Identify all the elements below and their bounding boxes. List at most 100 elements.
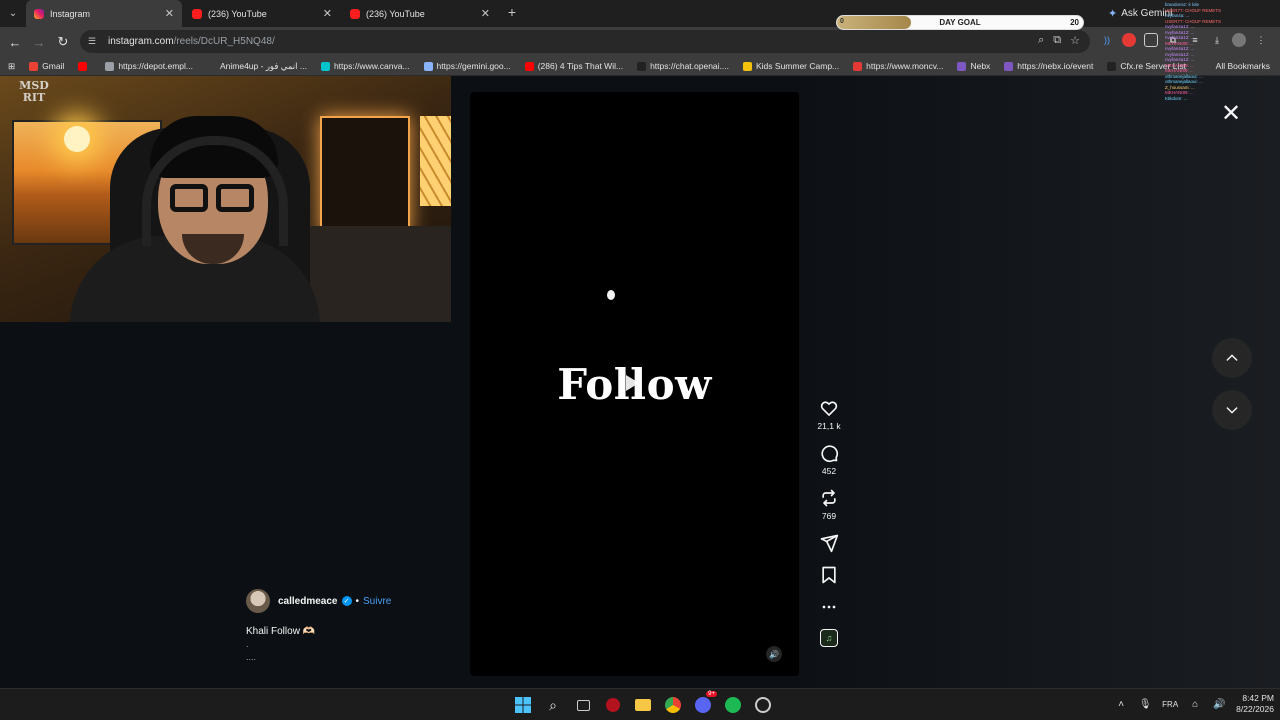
streamer-webcam-overlay: MSD RIT: [0, 76, 451, 322]
clock[interactable]: 8:42 PM 8/22/2026: [1236, 693, 1274, 715]
chrome-icon[interactable]: [662, 694, 684, 716]
browser-toolbar: ← → ↻ ☰ instagram.com /reels/DcUR_H5NQ48…: [0, 27, 1280, 57]
network-icon[interactable]: ⌂: [1188, 699, 1202, 710]
volume-icon[interactable]: 🔊: [1212, 699, 1226, 710]
close-icon[interactable]: ✕: [165, 7, 174, 20]
discord-icon[interactable]: 9+: [692, 691, 717, 716]
stream-chat-overlay: brandonsz: k lole USER77: CHOUF REMETS nvy…: [1165, 2, 1247, 132]
zoom-icon[interactable]: ⌕: [1038, 34, 1044, 47]
file-explorer-icon[interactable]: [632, 694, 654, 716]
bookmark-star-icon[interactable]: ☆: [1070, 34, 1080, 47]
bookmark-item[interactable]: Anime4up - انمي فور ...: [206, 60, 307, 72]
bookmark-favicon-icon: [78, 61, 88, 71]
play-icon[interactable]: [626, 375, 639, 391]
bookmark-item[interactable]: https://nebx.io/event: [1004, 61, 1093, 71]
send-icon: [820, 534, 839, 553]
video-light-spot: [607, 290, 615, 300]
webcam-shelf: [320, 116, 410, 236]
bookmark-item[interactable]: https://chat.openai....: [637, 61, 729, 71]
day-goal-widget: 0 DAY GOAL 20: [836, 15, 1084, 30]
username-link[interactable]: calledmeace: [278, 596, 338, 607]
ask-gemini-button[interactable]: ✦ Ask Gemini: [1108, 7, 1172, 20]
audio-toggle-button[interactable]: 🔊: [766, 646, 782, 662]
caption-more[interactable]: ....: [246, 651, 315, 664]
clock-time: 8:42 PM: [1242, 693, 1274, 703]
bookmark-label: https://www.canva...: [333, 61, 410, 71]
site-info-icon[interactable]: ☰: [88, 36, 102, 47]
bookmark-item[interactable]: https://gemini.goo...: [423, 61, 511, 71]
more-dots-icon: [822, 605, 836, 609]
reel-video[interactable]: Follow 🔊: [470, 92, 799, 676]
more-options-button[interactable]: [810, 597, 848, 617]
bookmark-label: Nebx: [970, 61, 991, 71]
reel-actions: 21,1 k 452 769 ♫: [810, 398, 848, 647]
youtube-icon: [350, 8, 360, 19]
reload-button[interactable]: ↻: [54, 33, 72, 51]
like-button[interactable]: 21,1 k: [810, 398, 848, 431]
bookmark-favicon-icon: [1004, 61, 1014, 71]
save-button[interactable]: [810, 565, 848, 585]
bookmark-label: Anime4up - انمي فور ...: [219, 60, 307, 71]
bookmark-favicon-icon: [957, 61, 967, 71]
bookmark-item[interactable]: (286) 4 Tips That Wil...: [524, 61, 623, 71]
address-bar[interactable]: ☰ instagram.com /reels/DcUR_H5NQ48/ ⌕ ⧉ …: [80, 30, 1090, 53]
tab-instagram[interactable]: Instagram ✕: [26, 0, 182, 27]
language-indicator[interactable]: FRA: [1162, 700, 1178, 709]
search-icon[interactable]: ⌕: [542, 694, 564, 716]
bookmark-item[interactable]: https://www.moncv...: [853, 61, 943, 71]
chat-line: Ktikdom: ...: [1165, 95, 1188, 101]
apps-grid-icon[interactable]: ⊞: [8, 61, 15, 72]
bookmark-label: https://chat.openai....: [650, 61, 729, 71]
webcam-glasses: [170, 184, 258, 214]
bookmark-favicon-icon: [320, 61, 330, 71]
app-red-circle-icon[interactable]: [602, 694, 624, 716]
bookmark-label: Kids Summer Camp...: [756, 61, 840, 71]
forward-button[interactable]: →: [30, 33, 48, 51]
menu-kebab-icon[interactable]: ⋮: [1254, 33, 1268, 47]
tab-youtube-1[interactable]: (236) YouTube ✕: [184, 0, 340, 27]
bookmark-item[interactable]: Nebx: [957, 61, 990, 71]
avatar[interactable]: [246, 589, 270, 613]
close-icon[interactable]: ✕: [323, 7, 332, 20]
new-tab-button[interactable]: +: [503, 3, 521, 21]
bookmark-favicon-icon: [206, 61, 216, 71]
follow-button[interactable]: Suivre: [363, 596, 391, 607]
comment-button[interactable]: 452: [810, 443, 848, 476]
spotify-icon[interactable]: [722, 694, 744, 716]
repost-count: 769: [821, 511, 837, 521]
next-reel-button[interactable]: [1212, 390, 1252, 430]
obs-icon[interactable]: [752, 694, 774, 716]
bookmark-item[interactable]: https://depot.empl...: [105, 61, 193, 71]
day-goal-label: DAY GOAL: [939, 18, 981, 27]
microphone-icon[interactable]: 🎙: [1138, 699, 1152, 710]
bookmark-item[interactable]: https://www.canva...: [320, 61, 410, 71]
tab-youtube-2[interactable]: (236) YouTube ✕: [342, 0, 498, 27]
original-audio-thumbnail[interactable]: ♫: [820, 629, 838, 647]
url-host: instagram.com: [108, 36, 174, 47]
day-goal-target: 20: [1070, 18, 1079, 27]
bookmark-item[interactable]: Gmail: [29, 61, 64, 71]
extension-icon[interactable]: )): [1100, 33, 1114, 47]
bookmark-item[interactable]: Kids Summer Camp...: [743, 61, 839, 71]
bookmark-favicon-icon: [105, 61, 115, 71]
qr-code-icon[interactable]: [1144, 33, 1158, 47]
gemini-icon: ✦: [1108, 8, 1118, 20]
install-app-icon[interactable]: ⧉: [1053, 34, 1061, 47]
bookmark-label: https://www.moncv...: [866, 61, 944, 71]
tab-search-dropdown[interactable]: ⌄: [4, 4, 22, 22]
close-icon[interactable]: ✕: [481, 7, 490, 20]
separator-dot: •: [355, 595, 360, 607]
bookmarks-bar: ⊞ Gmail https://depot.empl... Anime4up - ا…: [0, 57, 1280, 76]
bookmark-item[interactable]: [78, 61, 91, 71]
extension-record-icon[interactable]: [1122, 33, 1136, 47]
clock-date: 8/22/2026: [1236, 704, 1274, 714]
tab-label: (236) YouTube: [208, 8, 267, 19]
task-view-icon[interactable]: [572, 694, 594, 716]
chevron-up-tray-icon[interactable]: ˄: [1114, 699, 1128, 710]
windows-start-icon[interactable]: [512, 694, 534, 716]
share-button[interactable]: [810, 533, 848, 553]
bookmark-icon: [822, 566, 836, 584]
back-button[interactable]: ←: [6, 33, 24, 51]
previous-reel-button[interactable]: [1212, 338, 1252, 378]
repost-button[interactable]: 769: [810, 488, 848, 521]
